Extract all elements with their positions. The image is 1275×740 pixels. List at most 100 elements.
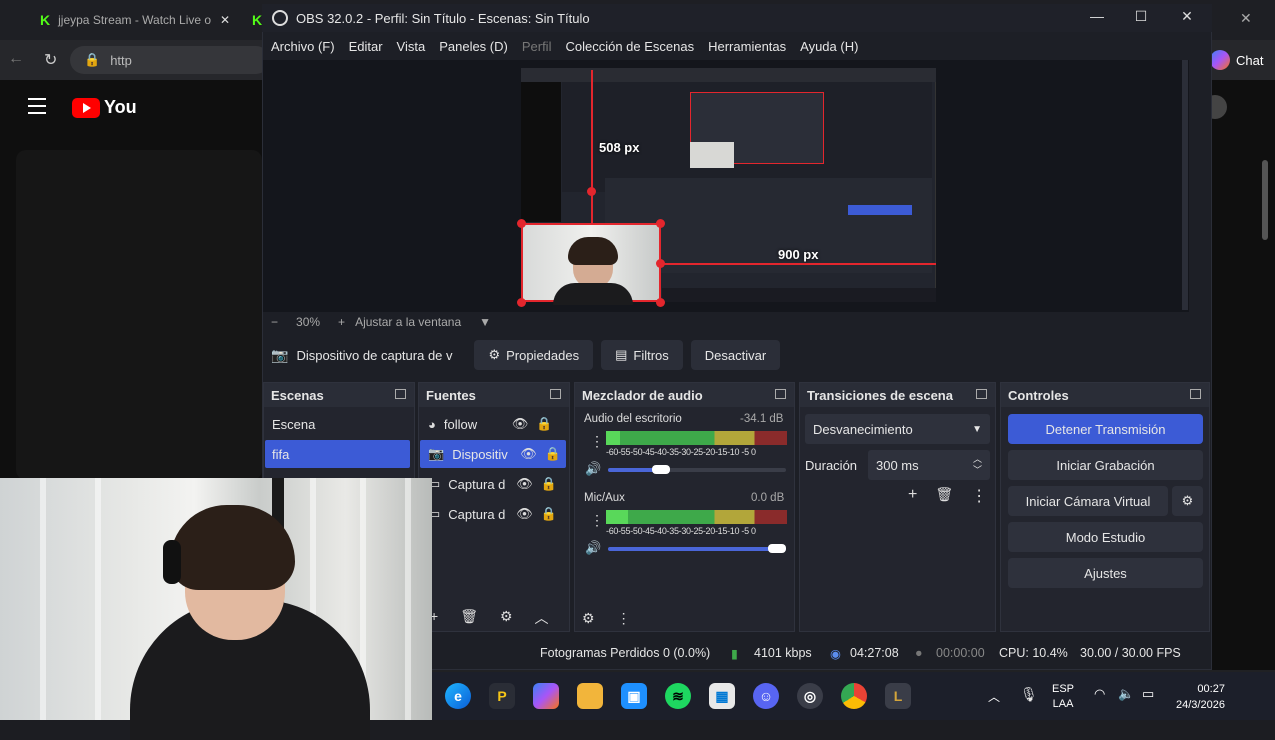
maximize-icon[interactable]: ☐ bbox=[1118, 4, 1164, 28]
microsoft-store-icon[interactable]: ▦ bbox=[709, 683, 735, 709]
zoom-out-icon[interactable]: − bbox=[271, 315, 278, 329]
lock-icon[interactable]: 🔒 bbox=[536, 416, 552, 432]
bitrate: 4101 kbps bbox=[754, 646, 812, 660]
source-item-selected[interactable]: 📷 Dispositiv 👁 🔒 bbox=[420, 440, 566, 468]
resize-handle[interactable] bbox=[656, 219, 665, 228]
menu-item[interactable]: Ayuda (H) bbox=[793, 39, 865, 54]
start-recording-button[interactable]: Iniciar Grabación bbox=[1008, 450, 1203, 480]
league-icon[interactable]: L bbox=[885, 683, 911, 709]
resize-handle[interactable] bbox=[656, 298, 665, 307]
chevron-up-icon[interactable]: ︿ bbox=[988, 688, 1000, 705]
language-indicator[interactable]: ESP LAA bbox=[1052, 682, 1074, 712]
close-icon[interactable]: ✕ bbox=[1240, 10, 1252, 27]
lock-icon[interactable]: 🔒 bbox=[541, 506, 557, 522]
preview-webcam-source[interactable] bbox=[521, 223, 661, 305]
edge-icon[interactable]: e bbox=[445, 683, 471, 709]
zoom-in-icon[interactable]: + bbox=[338, 315, 345, 329]
undock-icon[interactable] bbox=[976, 389, 987, 399]
scene-item[interactable]: Escena bbox=[265, 410, 410, 438]
youtube-video[interactable] bbox=[16, 150, 262, 480]
start-virtual-camera-button[interactable]: Iniciar Cámara Virtual bbox=[1008, 486, 1168, 516]
menu-item[interactable]: Herramientas bbox=[701, 39, 793, 54]
add-icon[interactable]: + bbox=[908, 486, 917, 506]
guide-handle[interactable] bbox=[587, 187, 596, 196]
undock-icon[interactable] bbox=[775, 389, 786, 399]
youtube-logo[interactable]: You bbox=[72, 97, 137, 118]
studio-mode-button[interactable]: Modo Estudio bbox=[1008, 522, 1203, 552]
menu-item[interactable]: Perfil bbox=[515, 39, 559, 54]
menu-item[interactable]: Archivo (F) bbox=[264, 39, 342, 54]
discord-icon[interactable]: ☺ bbox=[753, 683, 779, 709]
undock-icon[interactable] bbox=[550, 389, 561, 399]
properties-button[interactable]: ⚙ Propiedades bbox=[474, 340, 594, 370]
gear-icon[interactable]: ⚙ bbox=[500, 608, 513, 628]
virtual-camera-settings-button[interactable]: ⚙ bbox=[1172, 486, 1203, 516]
minimize-icon[interactable]: — bbox=[1074, 4, 1120, 28]
battery-icon[interactable]: ▭ bbox=[1142, 686, 1154, 702]
undock-icon[interactable] bbox=[395, 389, 406, 399]
speaker-icon[interactable]: 🔊 bbox=[585, 461, 601, 477]
eye-icon[interactable]: 👁 bbox=[516, 506, 533, 522]
chrome-icon[interactable] bbox=[841, 683, 867, 709]
undock-icon[interactable] bbox=[1190, 389, 1201, 399]
browser-tab[interactable]: K bbox=[242, 6, 262, 34]
fit-window-label[interactable]: Ajustar a la ventana bbox=[355, 315, 461, 329]
zoom-level: 30% bbox=[296, 315, 321, 329]
stepper-arrows-icon[interactable]: ︿ ﹀ bbox=[973, 454, 982, 476]
preview-scrollbar[interactable] bbox=[1182, 60, 1188, 310]
copilot-chat-button[interactable]: Chat bbox=[1210, 50, 1263, 70]
close-icon[interactable]: ✕ bbox=[1164, 4, 1210, 28]
trash-icon[interactable]: 🗑 bbox=[935, 486, 953, 506]
volume-icon[interactable]: 🔈 bbox=[1118, 686, 1134, 702]
folder-icon[interactable] bbox=[577, 683, 603, 709]
eye-icon[interactable]: 👁 bbox=[516, 476, 533, 492]
resize-handle[interactable] bbox=[517, 298, 526, 307]
resize-handle[interactable] bbox=[656, 259, 665, 268]
url-bar[interactable]: 🔒 http bbox=[70, 46, 270, 74]
scrollbar[interactable] bbox=[1262, 160, 1268, 240]
source-item[interactable]: ◕ follow 👁 🔒 bbox=[420, 410, 566, 438]
menu-item[interactable]: Editar bbox=[342, 39, 390, 54]
trash-icon[interactable]: 🗑 bbox=[460, 608, 478, 628]
more-icon[interactable]: ⋮ bbox=[971, 486, 987, 506]
hamburger-menu-icon[interactable] bbox=[28, 98, 46, 114]
stop-streaming-button[interactable]: Detener Transmisión bbox=[1008, 414, 1203, 444]
source-item[interactable]: ▭ Captura d 👁 🔒 bbox=[420, 470, 566, 498]
lock-icon[interactable]: 🔒 bbox=[545, 446, 561, 462]
volume-slider-handle[interactable] bbox=[652, 465, 670, 474]
volume-slider-handle[interactable] bbox=[768, 544, 786, 553]
more-icon[interactable]: ⋮ bbox=[590, 433, 604, 450]
microphone-icon[interactable]: 🎙 bbox=[1020, 686, 1038, 703]
speaker-icon[interactable]: 🔊 bbox=[585, 540, 601, 556]
lock-icon[interactable]: 🔒 bbox=[541, 476, 557, 492]
clock[interactable]: 00:27 24/3/2026 bbox=[1176, 681, 1225, 713]
deactivate-button[interactable]: Desactivar bbox=[690, 340, 781, 370]
spotify-icon[interactable]: ≋ bbox=[665, 683, 691, 709]
copilot-icon[interactable] bbox=[533, 683, 559, 709]
source-item[interactable]: ▭ Captura d 👁 🔒 bbox=[420, 500, 566, 528]
store-icon[interactable]: ▣ bbox=[621, 683, 647, 709]
chevron-down-icon[interactable]: ▼ bbox=[479, 315, 491, 329]
eye-icon[interactable]: 👁 bbox=[512, 416, 529, 432]
more-icon[interactable]: ⋮ bbox=[590, 512, 604, 529]
duration-stepper[interactable]: 300 ms ︿ ﹀ bbox=[868, 450, 990, 480]
app-icon[interactable]: ◎ bbox=[797, 683, 823, 709]
close-icon[interactable]: ✕ bbox=[220, 13, 230, 27]
app-icon[interactable]: P bbox=[489, 683, 515, 709]
wifi-icon[interactable]: ◠ bbox=[1094, 686, 1105, 702]
more-icon[interactable]: ⋮ bbox=[617, 610, 631, 627]
chevron-up-icon[interactable]: ︿ bbox=[535, 608, 549, 628]
eye-icon[interactable]: 👁 bbox=[520, 446, 537, 462]
browser-tab[interactable]: K jjeypa Stream - Watch Live o ✕ bbox=[30, 6, 240, 34]
mixer-settings-icon[interactable]: ⚙ bbox=[582, 610, 595, 627]
back-icon[interactable]: ← bbox=[8, 50, 24, 68]
reload-icon[interactable]: ↻ bbox=[44, 50, 57, 70]
menu-item[interactable]: Vista bbox=[390, 39, 433, 54]
menu-item[interactable]: Paneles (D) bbox=[432, 39, 515, 54]
scene-item-selected[interactable]: fifa bbox=[265, 440, 410, 468]
menu-item[interactable]: Colección de Escenas bbox=[558, 39, 701, 54]
settings-button[interactable]: Ajustes bbox=[1008, 558, 1203, 588]
filters-button[interactable]: ▤ Filtros bbox=[601, 340, 683, 370]
resize-handle[interactable] bbox=[517, 219, 526, 228]
transition-select[interactable]: Desvanecimiento ▼ bbox=[805, 414, 990, 444]
